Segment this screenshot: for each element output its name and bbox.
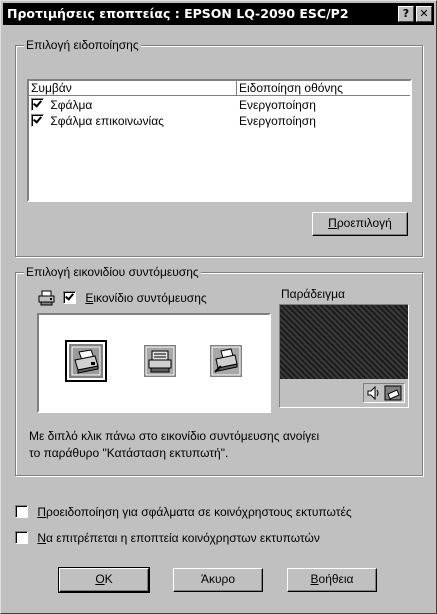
title-bar[interactable]: Προτιμήσεις εποπτείας : EPSON LQ-2090 ES… — [3, 3, 434, 25]
icon-selection-panel — [37, 313, 271, 413]
notification-group-legend: Επιλογή ειδοποίησης — [24, 38, 141, 52]
shortcut-checkbox-label: ικονίδιο συντόμευσης — [93, 291, 207, 305]
window-title: Προτιμήσεις εποπτείας : EPSON LQ-2090 ES… — [7, 6, 349, 21]
help-title-button[interactable]: ? — [398, 6, 414, 22]
default-button-mnemonic: Π — [328, 216, 337, 230]
preview-label: Παράδειγμα — [281, 287, 345, 301]
shortcut-icon-checkbox[interactable] — [63, 291, 76, 304]
event-notification: Ενεργοποίηση — [239, 114, 316, 128]
icon-option-printer-ok[interactable] — [65, 340, 107, 382]
preview-tray — [363, 383, 405, 403]
shortcut-icon-group: Επιλογή εικονιδίου συντόμευσης Εικονίδιο… — [15, 265, 423, 476]
shortcut-description-line1: Με διπλό κλικ πάνω στο εικονίδιο συντόμε… — [29, 429, 320, 443]
shortcut-icon-checkbox-row[interactable]: Εικονίδιο συντόμευσης — [63, 291, 207, 305]
allow-monitor-mnemonic: Ν — [37, 531, 47, 545]
ok-button-mnemonic: Ο — [95, 572, 105, 586]
ok-button[interactable]: ΟK — [58, 567, 150, 593]
allow-monitor-checkbox[interactable] — [15, 531, 28, 544]
printer-small-icon — [38, 290, 55, 306]
tray-printer-icon — [384, 385, 402, 401]
event-notification: Ενεργοποίηση — [239, 98, 316, 112]
preview-taskbar — [280, 379, 408, 407]
shared-warning-label: ροειδοποίηση για σφάλματα σε κοινόχρηστο… — [46, 505, 352, 519]
shared-warning-option[interactable]: Προειδοποίηση για σφάλματα σε κοινόχρηστ… — [15, 505, 352, 519]
column-header-notification[interactable]: Ειδοποίηση οθόνης — [237, 81, 410, 96]
printer-paper-icon — [144, 345, 176, 377]
cancel-button[interactable]: Άκυρο — [173, 568, 263, 592]
event-checkbox[interactable] — [31, 114, 44, 127]
check-mark-icon — [33, 98, 42, 108]
notification-group: Επιλογή ειδοποίησης Συμβάν Ειδοποίηση οθ… — [15, 38, 423, 257]
shared-warning-checkbox[interactable] — [15, 505, 28, 518]
event-row[interactable]: Σφάλμα Ενεργοποίηση — [31, 97, 409, 113]
event-name: Σφάλμα — [50, 98, 93, 112]
preferences-dialog: Προτιμήσεις εποπτείας : EPSON LQ-2090 ES… — [0, 0, 437, 614]
speaker-icon — [367, 385, 379, 401]
default-button[interactable]: Προεπιλογή — [312, 212, 408, 236]
printer-error-icon — [210, 345, 242, 377]
shortcut-group-legend: Επιλογή εικονιδίου συντόμευσης — [24, 265, 201, 279]
preview-screen — [280, 305, 408, 379]
allow-monitor-label: α επιτρέπεται η εποπτεία κοινόχρηστων εκ… — [46, 531, 320, 545]
shared-warning-mnemonic: Π — [37, 505, 47, 519]
check-mark-icon — [65, 291, 74, 301]
event-checkbox[interactable] — [31, 98, 44, 111]
cancel-button-label: Άκυρο — [200, 572, 236, 586]
event-row[interactable]: Σφάλμα επικοινωνίας Ενεργοποίηση — [31, 113, 409, 129]
icon-option-printer-error[interactable] — [205, 340, 247, 382]
help-button-label: οήθεια — [318, 572, 354, 586]
column-header-event[interactable]: Συμβάν — [29, 81, 237, 96]
event-name: Σφάλμα επικοινωνίας — [50, 114, 164, 128]
icon-option-printer-paper[interactable] — [139, 340, 181, 382]
check-mark-icon — [33, 114, 42, 124]
ok-button-label: K — [104, 572, 113, 586]
preview-panel — [279, 304, 409, 408]
shortcut-description-line2: το παράθυρο "Κατάσταση εκτυπωτή". — [29, 446, 229, 460]
help-button-mnemonic: Β — [310, 572, 319, 586]
default-button-label: ροεπιλογή — [336, 216, 392, 230]
help-button[interactable]: Βοήθεια — [287, 568, 377, 592]
printer-ok-icon — [70, 345, 102, 377]
event-list[interactable]: Συμβάν Ειδοποίηση οθόνης Σφάλμα Ενεργοπο… — [27, 79, 412, 202]
allow-monitor-option[interactable]: Να επιτρέπεται η εποπτεία κοινόχρηστων ε… — [15, 531, 320, 545]
close-title-button[interactable]: ✕ — [416, 6, 432, 22]
